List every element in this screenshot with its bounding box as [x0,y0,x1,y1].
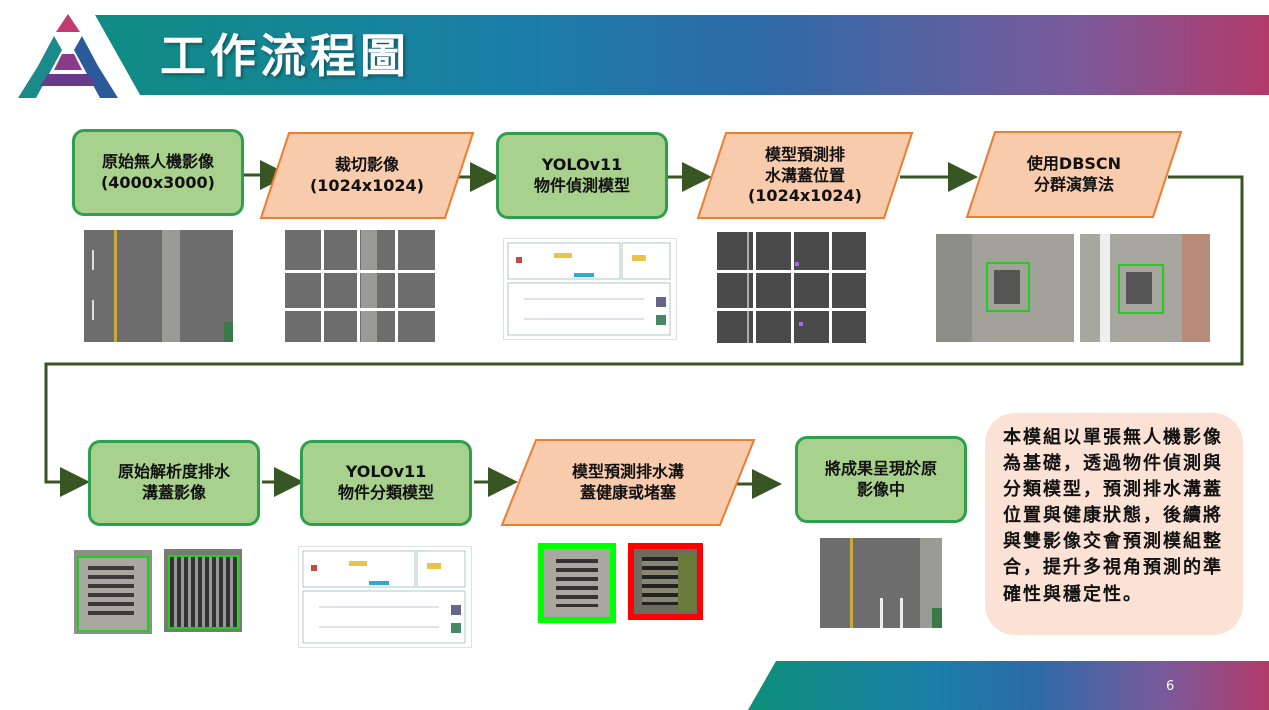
module-description: 本模組以單張無人機影像為基礎，透過物件偵測與分類模型，預測排水溝蓋位置與健康狀態… [985,413,1243,635]
step-label: 原始解析度排水 溝蓋影像 [117,462,230,502]
step-label: YOLOv11 物件分類模型 [337,462,434,502]
step-yolo-detection: YOLOv11 物件偵測模型 [496,132,668,219]
step-raw-drone-image: 原始無人機影像 (4000x3000) [72,129,244,216]
healthy-cover-image [538,543,616,623]
drone-image [84,230,233,342]
step-predict-health: 模型預測排水溝 蓋健康或堵塞 [500,439,756,527]
result-on-original-image [820,538,942,628]
prediction-image-grid [717,232,866,343]
footer-banner [748,661,1269,710]
step-yolo-classification: YOLOv11 物件分類模型 [300,440,472,526]
step-label: 模型預測排水溝 蓋健康或堵塞 [571,462,684,502]
blocked-cover-image [628,543,703,620]
dbscan-result-image-1 [936,234,1074,342]
step-label: 將成果呈現於原 影像中 [824,458,937,499]
cover-crop-image-2 [164,549,242,632]
step-label: 使用DBSCN 分群演算法 [1026,154,1122,194]
step-label: 模型預測排 水溝蓋位置 (1024x1024) [747,144,862,206]
step-full-res-cover-image: 原始解析度排水 溝蓋影像 [88,440,260,526]
cover-crop-image-1 [74,550,152,634]
yolo-architecture-diagram [503,238,677,340]
step-label: YOLOv11 物件偵測模型 [533,154,630,195]
step-predict-position: 模型預測排 水溝蓋位置 (1024x1024) [696,132,914,220]
page-number: 6 [1166,679,1175,694]
dbscan-result-image-2 [1080,234,1210,342]
step-crop-image: 裁切影像 (1024x1024) [259,132,475,220]
yolo-classification-diagram [298,546,472,648]
step-label: 原始無人機影像 (4000x3000) [100,151,215,192]
step-label: 裁切影像 (1024x1024) [309,155,424,195]
step-present-results: 將成果呈現於原 影像中 [795,436,967,523]
cropped-image-grid [285,230,435,342]
step-dbscan: 使用DBSCN 分群演算法 [965,131,1183,219]
